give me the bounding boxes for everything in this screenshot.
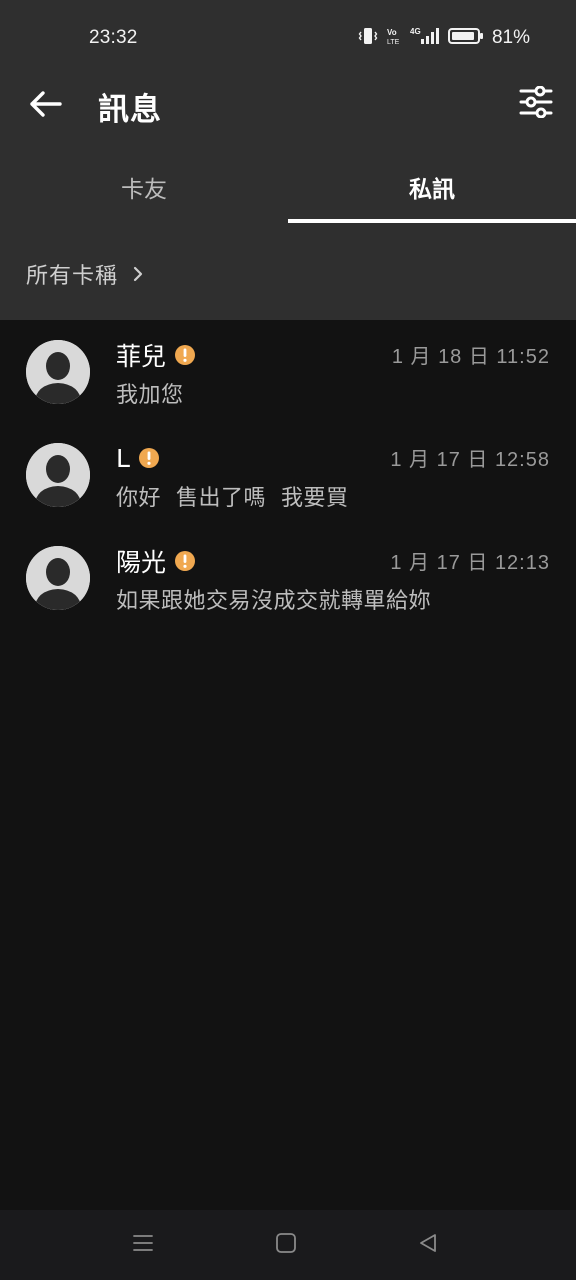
conversation-item[interactable]: 菲兒 1 月 18 日 11:52 我加您 bbox=[0, 322, 576, 425]
square-icon bbox=[275, 1232, 297, 1258]
sliders-icon bbox=[519, 85, 553, 122]
header-region: 23:32 Vo LTE 4G 81% 訊息 卡友 私訊 所有卡稱 bbox=[0, 0, 576, 320]
tab-bar: 卡友 私訊 bbox=[0, 150, 576, 224]
back-nav-button[interactable] bbox=[408, 1228, 448, 1262]
conversation-list: 菲兒 1 月 18 日 11:52 我加您 L 1 月 17 日 12:58 你… bbox=[0, 322, 576, 631]
filter-label: 所有卡稱 bbox=[26, 264, 119, 289]
message-time: 1 月 18 日 11:52 bbox=[391, 346, 550, 368]
system-nav-bar bbox=[0, 1210, 576, 1280]
status-icons: Vo LTE 4G 81% bbox=[358, 26, 530, 50]
card-name-filter[interactable]: 所有卡稱 bbox=[0, 238, 576, 310]
svg-text:4G: 4G bbox=[410, 27, 421, 36]
battery-icon bbox=[447, 26, 484, 50]
menu-icon bbox=[132, 1232, 154, 1258]
arrow-left-icon bbox=[29, 90, 63, 122]
message-time: 1 月 17 日 12:13 bbox=[390, 552, 550, 574]
app-bar: 訊息 bbox=[0, 78, 576, 134]
volte-icon: Vo LTE bbox=[386, 26, 402, 50]
battery-percent: 81% bbox=[491, 27, 530, 48]
sender-name: L bbox=[116, 443, 130, 473]
messages-screen: 23:32 Vo LTE 4G 81% 訊息 卡友 私訊 所有卡稱 菲兒 1 月… bbox=[0, 0, 576, 1280]
message-preview: 你好 售出了嗎 我要買 bbox=[116, 486, 349, 511]
sender-name-wrap: L bbox=[116, 441, 160, 475]
avatar[interactable] bbox=[26, 443, 90, 507]
avatar[interactable] bbox=[26, 340, 90, 404]
home-button[interactable] bbox=[266, 1228, 306, 1262]
status-bar: 23:32 Vo LTE 4G 81% bbox=[0, 0, 576, 78]
sender-name: 菲兒 bbox=[116, 342, 167, 371]
svg-text:LTE: LTE bbox=[387, 39, 400, 46]
tab-selected-indicator bbox=[288, 219, 576, 223]
4g-signal-icon: 4G bbox=[410, 26, 440, 50]
message-preview: 我加您 bbox=[116, 383, 184, 408]
back-button[interactable] bbox=[26, 86, 66, 126]
filter-settings-button[interactable] bbox=[516, 84, 556, 124]
conversation-item[interactable]: 陽光 1 月 17 日 12:13 如果跟她交易沒成交就轉單給妳 bbox=[0, 528, 576, 631]
sender-name-wrap: 菲兒 bbox=[116, 338, 196, 372]
recent-apps-button[interactable] bbox=[123, 1228, 163, 1262]
page-title: 訊息 bbox=[98, 92, 162, 128]
status-time: 23:32 bbox=[89, 27, 138, 48]
sender-name: 陽光 bbox=[116, 548, 167, 577]
sender-name-wrap: 陽光 bbox=[116, 544, 196, 578]
tab-friends[interactable]: 卡友 bbox=[0, 150, 288, 224]
warning-icon bbox=[174, 344, 196, 366]
conversation-item[interactable]: L 1 月 17 日 12:58 你好 售出了嗎 我要買 bbox=[0, 425, 576, 528]
tab-direct-messages[interactable]: 私訊 bbox=[288, 150, 576, 224]
triangle-back-icon bbox=[417, 1232, 439, 1258]
message-time: 1 月 17 日 12:58 bbox=[390, 449, 550, 471]
warning-icon bbox=[174, 550, 196, 572]
vibrate-icon bbox=[358, 26, 378, 50]
avatar[interactable] bbox=[26, 546, 90, 610]
svg-text:Vo: Vo bbox=[387, 28, 397, 37]
warning-icon bbox=[138, 447, 160, 469]
chevron-right-icon bbox=[132, 264, 146, 284]
message-preview: 如果跟她交易沒成交就轉單給妳 bbox=[116, 589, 432, 614]
